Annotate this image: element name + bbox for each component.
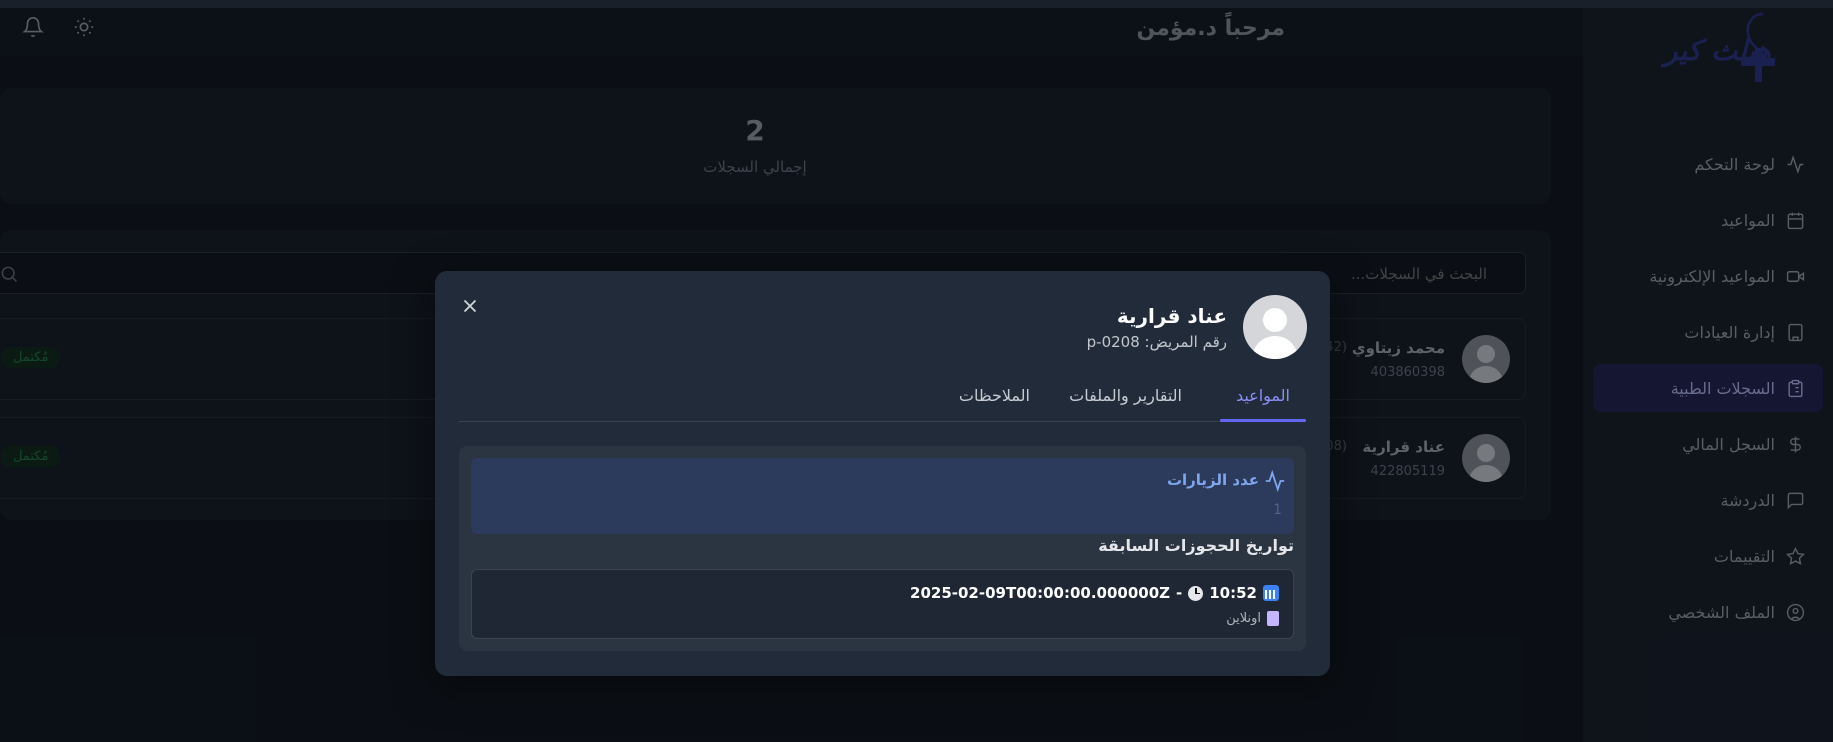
tab-reports-files[interactable]: التقارير والملفات bbox=[1069, 386, 1182, 405]
booking-type-row: اونلاين bbox=[1226, 611, 1279, 626]
visits-count: 1 bbox=[1273, 502, 1282, 518]
visits-box: عدد الزيارات 1 bbox=[471, 458, 1294, 534]
calendar-icon bbox=[1263, 585, 1279, 601]
booking-time: 10:52 bbox=[1209, 584, 1257, 602]
clock-icon bbox=[1188, 585, 1204, 601]
booking-item: 2025-02-09T00:00:00.000000Z - 10:52 اونل… bbox=[471, 569, 1294, 639]
avatar bbox=[1243, 295, 1307, 359]
patient-id: رقم المريض: p-0208 bbox=[1086, 333, 1227, 351]
activity-icon bbox=[1264, 469, 1286, 493]
booking-datetime: 2025-02-09T00:00:00.000000Z - 10:52 bbox=[910, 584, 1279, 602]
booking-date: 2025-02-09T00:00:00.000000Z bbox=[910, 584, 1171, 602]
tab-appointments[interactable]: المواعيد bbox=[1236, 386, 1290, 405]
modal-tabs: المواعيد التقارير والملفات الملاحظات bbox=[459, 376, 1306, 422]
active-tab-indicator bbox=[1220, 419, 1306, 422]
close-icon[interactable] bbox=[459, 295, 481, 317]
booking-type: اونلاين bbox=[1226, 611, 1261, 626]
appointments-panel: عدد الزيارات 1 تواريخ الحجوزات السابقة 2… bbox=[459, 446, 1306, 651]
patient-modal: عناد قرارية رقم المريض: p-0208 المواعيد … bbox=[435, 271, 1330, 676]
booking-separator: - bbox=[1176, 584, 1183, 602]
history-title: تواريخ الحجوزات السابقة bbox=[1098, 536, 1294, 555]
document-icon bbox=[1267, 611, 1279, 626]
visits-label: عدد الزيارات bbox=[1166, 471, 1259, 489]
patient-name: عناد قرارية bbox=[1116, 304, 1227, 328]
tab-notes[interactable]: الملاحظات bbox=[959, 386, 1030, 405]
